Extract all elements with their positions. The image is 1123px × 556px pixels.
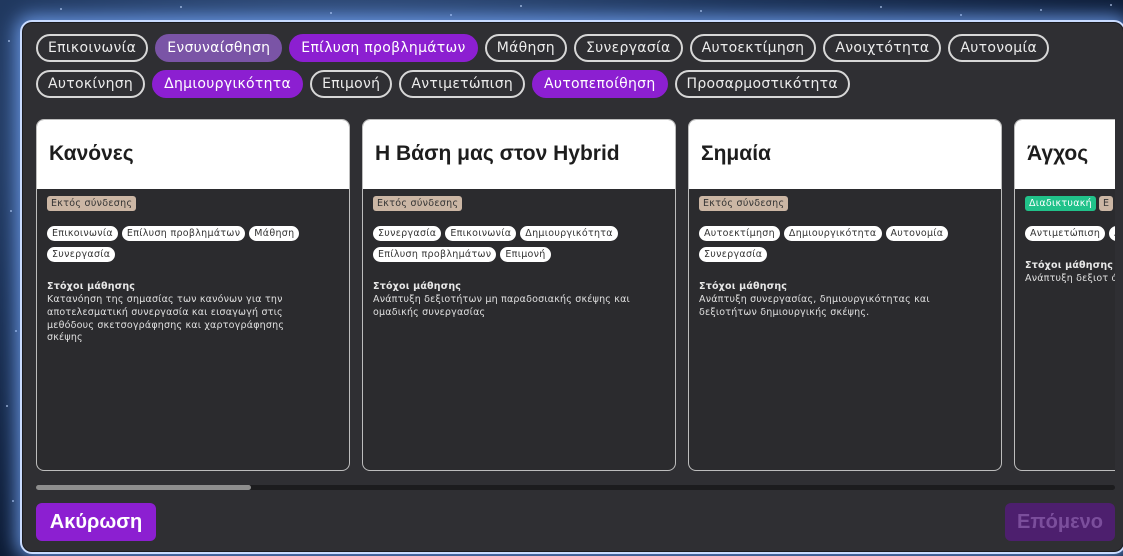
star-dot: [960, 14, 962, 16]
skill-tag: Συνεργασία: [699, 247, 768, 262]
skill-tag: Επικοινωνία: [47, 226, 118, 241]
card-title: Η Βάση μας στον Hybrid: [375, 142, 620, 165]
skill-tag: Επικοινωνία: [445, 226, 517, 241]
card-skill-tags: Συνεργασία Επικοινωνία Δημιουργικότητα Επίλ…: [373, 226, 663, 262]
skill-tag: Δημιουργικότητα: [783, 226, 882, 241]
filter-chip[interactable]: Αυτοεκτίμηση: [689, 34, 817, 62]
learning-goals-text: Ανάπτυξη συνεργασίας, δημιουργικότητας κ…: [699, 294, 930, 318]
scrollbar-thumb[interactable]: [36, 485, 251, 490]
star-dot: [330, 12, 332, 14]
star-dot: [700, 10, 702, 12]
star-dot: [6, 405, 8, 407]
card-body: Εκτός σύνδεσης Συνεργασία Επικοινωνία Δημιο…: [363, 189, 675, 320]
star-dot: [880, 6, 882, 8]
skill-tag: Επίλυση προβλημάτων: [373, 247, 497, 262]
mode-badge: Εκτός σύνδεσης: [373, 196, 463, 211]
learning-goals-text: Κατανόηση της σημασίας των κανόνων για τ…: [47, 294, 285, 344]
card-title: Κανόνες: [49, 142, 134, 165]
filter-chip[interactable]: Αυτοκίνηση: [36, 70, 146, 98]
card-body: ΔιαδικτυακήΕ ΑντιμετώπισηΑυτοεκτίμηση Στόχ…: [1015, 189, 1115, 286]
card-mode-badges: Εκτός σύνδεσης: [699, 196, 991, 211]
filter-chip[interactable]: Αντιμετώπιση: [399, 70, 526, 98]
card-skill-tags: ΑντιμετώπισηΑυτοεκτίμηση: [1025, 226, 1115, 241]
card-mode-badges: Εκτός σύνδεσης: [47, 196, 339, 211]
star-dot: [1040, 9, 1042, 11]
star-dot: [15, 330, 17, 332]
activity-card[interactable]: Η Βάση μας στον Hybrid Εκτός σύνδεσης Συνε…: [362, 119, 676, 471]
activity-card[interactable]: Κανόνες Εκτός σύνδεσης Επικοινωνία Επίλυση …: [36, 119, 350, 471]
mode-badge: Εκτός σύνδεσης: [699, 196, 789, 211]
skill-tag: Συνεργασία: [373, 226, 442, 241]
skill-tag: Αυτοεκτίμηση: [1109, 226, 1115, 241]
star-dot: [180, 6, 182, 8]
activity-card[interactable]: Σημαία Εκτός σύνδεσης Αυτοεκτίμηση Δημιουργ…: [688, 119, 1002, 471]
card-header: Η Βάση μας στον Hybrid: [363, 120, 675, 189]
skill-tag: Αυτονομία: [885, 226, 949, 241]
filter-chip[interactable]: Επίλυση προβλημάτων: [289, 34, 478, 62]
learning-goals-heading: Στόχοι μάθησης: [373, 281, 462, 292]
skill-tag: Επιμονή: [500, 247, 551, 262]
card-header: Σημαία: [689, 120, 1001, 189]
learning-goals-heading: Στόχοι μάθησης: [47, 281, 136, 292]
filter-chip[interactable]: Επικοινωνία: [36, 34, 149, 62]
card-mode-badges: Διαδικτυακή Ε: [1025, 196, 1115, 211]
star-dot: [10, 210, 12, 212]
card-body: Εκτός σύνδεσης Αυτοεκτίμηση Δημιουργικότητ…: [689, 189, 1001, 320]
card-skill-tags: Αυτοεκτίμηση Δημιουργικότητα Αυτονομία Συνε…: [699, 226, 989, 262]
activity-card[interactable]: Άγχος ΔιαδικτυακήΕ ΑντιμετώπισηΑυτοεκτίμησ…: [1014, 119, 1115, 471]
mode-badge: Ε: [1099, 196, 1114, 211]
card-mode-badges: Εκτός σύνδεσης: [373, 196, 665, 211]
learning-goals-heading: Στόχοι μάθησης: [699, 281, 788, 292]
learning-goals-text: Ανάπτυξη δεξιοτήτων μη παραδοσιακής σκέψ…: [373, 294, 630, 318]
card-title: Άγχος: [1027, 142, 1089, 165]
skill-tag: Μάθηση: [249, 226, 300, 241]
filter-chip[interactable]: Συνεργασία: [573, 34, 683, 62]
skill-tag: Αυτοεκτίμηση: [699, 226, 780, 241]
skill-tag: Επίλυση προβλημάτων: [121, 226, 246, 241]
filter-chip[interactable]: Ανοιχτότητα: [823, 34, 942, 62]
activity-selection-dialog: Επικοινωνία Ενσυναίσθηση Επίλυση προβλημάτ…: [20, 20, 1123, 554]
filter-chip[interactable]: Ενσυναίσθηση: [155, 34, 283, 62]
card-title: Σημαία: [701, 142, 771, 165]
card-header: Κανόνες: [37, 120, 349, 189]
card-header: Άγχος: [1015, 120, 1115, 189]
mode-badge: Εκτός σύνδεσης: [47, 196, 137, 211]
filter-row-1: Επικοινωνία Ενσυναίσθηση Επίλυση προβλημάτ…: [36, 34, 1123, 62]
star-dot: [12, 500, 14, 502]
skill-filter-bar: Επικοινωνία Ενσυναίσθηση Επίλυση προβλημάτ…: [36, 34, 1123, 106]
filter-chip[interactable]: Μάθηση: [484, 34, 567, 62]
skill-tag: Δημιουργικότητα: [520, 226, 618, 241]
learning-goals-text: Ανάπτυξη δεξιοτ άγχος: [1025, 273, 1115, 284]
horizontal-scrollbar[interactable]: [36, 485, 1115, 490]
filter-chip[interactable]: Αυτοπεποίθηση: [532, 70, 668, 98]
star-dot: [1110, 4, 1112, 6]
learning-goals-heading: Στόχοι μάθησης: [1025, 260, 1114, 271]
card-skill-tags: Επικοινωνία Επίλυση προβλημάτων Μάθηση Συνε…: [47, 226, 337, 262]
mode-badge: Διαδικτυακή: [1025, 196, 1096, 211]
star-dot: [450, 14, 452, 16]
card-body: Εκτός σύνδεσης Επικοινωνία Επίλυση προβλημ…: [37, 189, 349, 345]
next-button[interactable]: Επόμενο: [1005, 503, 1115, 541]
skill-tag: Συνεργασία: [47, 247, 116, 262]
skill-tag: Αντιμετώπιση: [1025, 226, 1106, 241]
activity-cards-carousel[interactable]: Κανόνες Εκτός σύνδεσης Επικοινωνία Επίλυση …: [36, 119, 1115, 472]
star-dot: [8, 40, 10, 42]
filter-row-2: Αυτοκίνηση Δημιουργικότητα Επιμονή Αντιμετώ…: [36, 70, 1123, 98]
star-dot: [520, 5, 522, 7]
filter-chip[interactable]: Προσαρμοστικότητα: [674, 70, 850, 98]
filter-chip[interactable]: Αυτονομία: [948, 34, 1050, 62]
cancel-button[interactable]: Ακύρωση: [36, 503, 156, 541]
filter-chip[interactable]: Επιμονή: [310, 70, 393, 98]
filter-chip[interactable]: Δημιουργικότητα: [152, 70, 304, 98]
star-dot: [60, 8, 62, 10]
